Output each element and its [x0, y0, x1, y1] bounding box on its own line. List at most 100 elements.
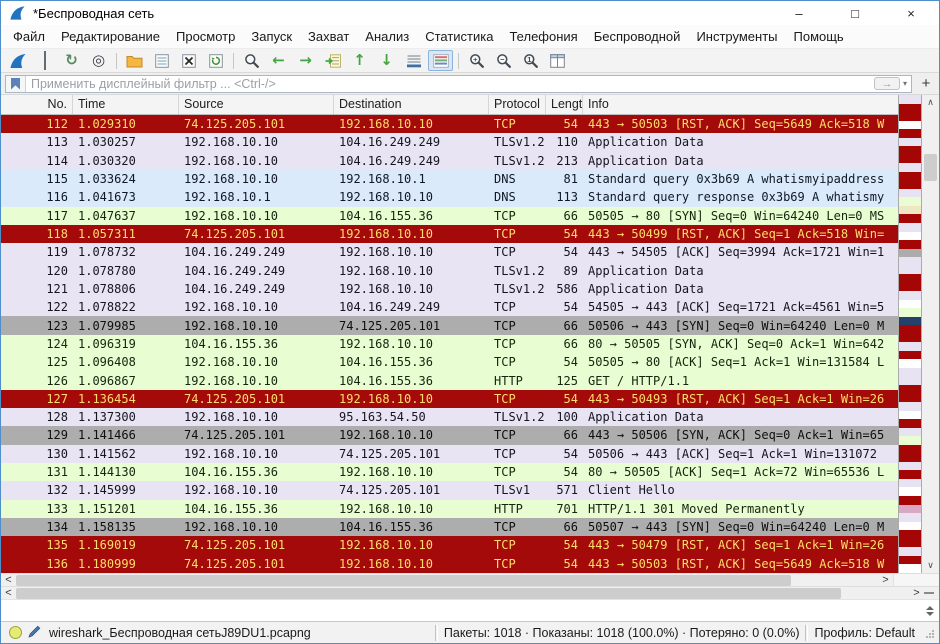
apply-filter-button[interactable]: →	[874, 77, 900, 90]
scroll-right-icon[interactable]: >	[878, 574, 893, 586]
packet-list-hscrollbar[interactable]: < >	[1, 574, 893, 586]
column-header-len[interactable]: Length	[546, 95, 583, 114]
menu-item-tools[interactable]: Инструменты	[688, 25, 785, 48]
reload-file-button[interactable]	[203, 50, 228, 71]
auto-scroll-button[interactable]	[401, 50, 426, 71]
menu-item-statistics[interactable]: Статистика	[417, 25, 501, 48]
find-packet-button[interactable]	[239, 50, 264, 71]
packet-row-122[interactable]: 1221.078822192.168.10.10104.16.249.249TC…	[1, 298, 898, 316]
go-first-button[interactable]: ↑	[347, 50, 372, 71]
packet-row-117[interactable]: 1171.047637192.168.10.10104.16.155.36TCP…	[1, 207, 898, 225]
menu-item-view[interactable]: Просмотр	[168, 25, 243, 48]
packet-row-133[interactable]: 1331.151201104.16.155.36192.168.10.10HTT…	[1, 500, 898, 518]
packet-row-132[interactable]: 1321.145999192.168.10.1074.125.205.101TL…	[1, 481, 898, 499]
add-filter-button[interactable]: +	[917, 75, 935, 93]
packet-row-135[interactable]: 1351.16901974.125.205.101192.168.10.10TC…	[1, 536, 898, 554]
column-header-info[interactable]: Info	[583, 95, 898, 114]
packet-row-127[interactable]: 1271.13645474.125.205.101192.168.10.10TC…	[1, 390, 898, 408]
filter-bookmark-button[interactable]	[6, 76, 26, 92]
cell-dst: 192.168.10.10	[334, 117, 489, 131]
restart-capture-button[interactable]: ↻	[59, 50, 84, 71]
packet-row-136[interactable]: 1361.18099974.125.205.101192.168.10.10TC…	[1, 555, 898, 573]
scroll-left-icon[interactable]: <	[1, 587, 16, 599]
packet-row-123[interactable]: 1231.079985192.168.10.1074.125.205.101TC…	[1, 316, 898, 334]
pane-spin-control[interactable]	[926, 606, 934, 616]
colorize-button[interactable]	[428, 50, 453, 71]
cell-no: 115	[1, 172, 73, 186]
scroll-down-icon[interactable]: ∨	[922, 558, 939, 573]
packet-row-129[interactable]: 1291.14146674.125.205.101192.168.10.10TC…	[1, 426, 898, 444]
capture-options-icon: ◎	[92, 52, 105, 70]
open-file-button[interactable]	[122, 50, 147, 71]
cell-info: 443 → 50499 [RST, ACK] Seq=1 Ack=518 Win…	[583, 227, 898, 241]
column-header-time[interactable]: Time	[73, 95, 179, 114]
scroll-right-icon[interactable]: >	[909, 587, 924, 599]
menu-item-wireless[interactable]: Беспроводной	[586, 25, 689, 48]
minimap-stripe	[899, 496, 921, 505]
menu-item-file[interactable]: Файл	[5, 25, 53, 48]
resize-columns-button[interactable]	[545, 50, 570, 71]
column-header-dst[interactable]: Destination	[334, 95, 489, 114]
minimize-button[interactable]: –	[771, 1, 827, 25]
packet-row-115[interactable]: 1151.033624192.168.10.10192.168.10.1DNS8…	[1, 170, 898, 188]
packet-row-121[interactable]: 1211.078806104.16.249.249192.168.10.10TL…	[1, 280, 898, 298]
packet-row-120[interactable]: 1201.078780104.16.249.249192.168.10.10TL…	[1, 262, 898, 280]
menu-item-telephony[interactable]: Телефония	[501, 25, 585, 48]
minimap-stripe	[899, 163, 921, 172]
scroll-up-icon[interactable]: ∧	[922, 95, 939, 110]
close-button[interactable]: ×	[883, 1, 939, 25]
menu-bar: ФайлРедактированиеПросмотрЗапускЗахватАн…	[1, 25, 939, 49]
stop-capture-button[interactable]	[32, 50, 57, 71]
go-forward-button[interactable]: →	[293, 50, 318, 71]
zoom-original-button[interactable]: 1	[518, 50, 543, 71]
intelligent-scrollbar-minimap[interactable]	[898, 95, 922, 573]
menu-item-capture[interactable]: Захват	[300, 25, 357, 48]
display-filter-input[interactable]	[26, 77, 874, 91]
expert-info-icon[interactable]	[9, 626, 22, 639]
packet-row-125[interactable]: 1251.096408192.168.10.10104.16.155.36TCP…	[1, 353, 898, 371]
packet-row-128[interactable]: 1281.137300192.168.10.1095.163.54.50TLSv…	[1, 408, 898, 426]
go-last-button[interactable]: ↓	[374, 50, 399, 71]
packet-row-112[interactable]: 1121.02931074.125.205.101192.168.10.10TC…	[1, 115, 898, 133]
capture-comment-icon[interactable]	[28, 625, 41, 641]
packet-row-114[interactable]: 1141.030320192.168.10.10104.16.249.249TL…	[1, 152, 898, 170]
vertical-scrollbar-thumb[interactable]	[924, 154, 937, 181]
maximize-button[interactable]: □	[827, 1, 883, 25]
go-to-packet-button[interactable]	[320, 50, 345, 71]
column-header-src[interactable]: Source	[179, 95, 334, 114]
close-file-button[interactable]	[176, 50, 201, 71]
capture-options-button[interactable]: ◎	[86, 50, 111, 71]
column-header-proto[interactable]: Protocol	[489, 95, 546, 114]
menu-item-go[interactable]: Запуск	[243, 25, 300, 48]
packet-row-134[interactable]: 1341.158135192.168.10.10104.16.155.36TCP…	[1, 518, 898, 536]
pane-hscrollbar[interactable]: < >	[1, 587, 924, 599]
start-capture-button[interactable]	[5, 50, 30, 71]
menu-item-help[interactable]: Помощь	[786, 25, 852, 48]
cell-src: 104.16.155.36	[179, 502, 334, 516]
packet-row-118[interactable]: 1181.05731174.125.205.101192.168.10.10TC…	[1, 225, 898, 243]
resize-grip[interactable]	[923, 627, 935, 639]
menu-item-analyze[interactable]: Анализ	[357, 25, 417, 48]
cell-dst: 192.168.10.10	[334, 227, 489, 241]
zoom-in-button[interactable]: +	[464, 50, 489, 71]
splitter-handle[interactable]	[924, 592, 934, 594]
cell-len: 110	[546, 135, 583, 149]
save-file-button[interactable]	[149, 50, 174, 71]
go-back-button[interactable]: ←	[266, 50, 291, 71]
scroll-left-icon[interactable]: <	[1, 574, 16, 586]
packet-row-124[interactable]: 1241.096319104.16.155.36192.168.10.10TCP…	[1, 335, 898, 353]
zoom-out-button[interactable]: −	[491, 50, 516, 71]
hscrollbar-thumb[interactable]	[16, 588, 841, 599]
packet-row-131[interactable]: 1311.144130104.16.155.36192.168.10.10TCP…	[1, 463, 898, 481]
column-header-no[interactable]: No.	[1, 95, 73, 114]
vertical-scrollbar[interactable]: ∧ ∨	[922, 95, 939, 573]
packet-row-113[interactable]: 1131.030257192.168.10.10104.16.249.249TL…	[1, 133, 898, 151]
menu-item-edit[interactable]: Редактирование	[53, 25, 168, 48]
packet-row-130[interactable]: 1301.141562192.168.10.1074.125.205.101TC…	[1, 445, 898, 463]
packet-row-116[interactable]: 1161.041673192.168.10.1192.168.10.10DNS1…	[1, 188, 898, 206]
profile-label[interactable]: Профиль: Default	[814, 626, 915, 640]
hscrollbar-thumb[interactable]	[16, 575, 791, 586]
packet-row-119[interactable]: 1191.078732104.16.249.249192.168.10.10TC…	[1, 243, 898, 261]
filter-dropdown-caret-icon[interactable]: ▾	[903, 79, 907, 88]
packet-row-126[interactable]: 1261.096867192.168.10.10104.16.155.36HTT…	[1, 371, 898, 389]
